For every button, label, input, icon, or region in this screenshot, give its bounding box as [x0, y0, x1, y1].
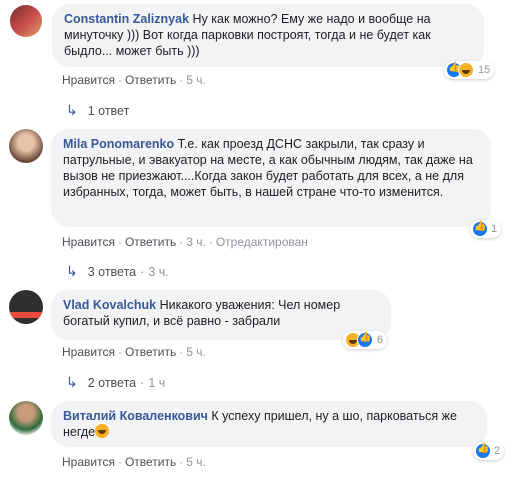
comment-actions: Нравится · Ответить · 5 ч. — [62, 455, 206, 469]
reaction-summary[interactable]: 15 — [444, 61, 495, 79]
avatar[interactable] — [9, 290, 43, 324]
reply-link[interactable]: Ответить — [125, 345, 176, 359]
view-replies[interactable]: ↳ 2 ответа · 1 ч — [66, 374, 165, 391]
replies-count[interactable]: 2 ответа — [88, 376, 136, 390]
comment-bubble: Constantin Zaliznyak Ну как можно? Ему ж… — [52, 4, 484, 67]
comment-time[interactable]: 3 ч. — [186, 235, 206, 249]
replies-count[interactable]: 3 ответа — [88, 265, 136, 279]
comment-time[interactable]: 5 ч. — [186, 73, 206, 87]
view-replies[interactable]: ↳ 1 ответ — [66, 102, 129, 119]
comment-bubble: Виталий Коваленкович К успеху пришел, ну… — [51, 401, 487, 447]
comment-actions: Нравится · Ответить · 5 ч. — [62, 73, 206, 87]
replies-count[interactable]: 1 ответ — [88, 104, 130, 118]
reply-link[interactable]: Ответить — [125, 235, 176, 249]
comment-author[interactable]: Vlad Kovalchuk — [63, 298, 156, 312]
like-reaction-icon — [357, 332, 373, 348]
comment: Vlad Kovalchuk Никакого уважения: Чел но… — [0, 285, 516, 395]
comment: Mila Ponomarenko Т.е. как проезд ДСНС за… — [0, 125, 516, 285]
reaction-summary[interactable]: 2 — [473, 442, 505, 460]
haha-reaction-icon — [458, 62, 474, 78]
reply-link[interactable]: Ответить — [125, 73, 176, 87]
like-link[interactable]: Нравится — [62, 235, 115, 249]
reaction-summary[interactable]: 6 — [343, 331, 388, 349]
edited-label[interactable]: Отредактирован — [216, 235, 308, 249]
reply-link[interactable]: Ответить — [125, 455, 176, 469]
comment-time[interactable]: 5 ч. — [186, 345, 206, 359]
comment-author[interactable]: Constantin Zaliznyak — [64, 12, 189, 26]
comment: Constantin Zaliznyak Ну как можно? Ему ж… — [0, 0, 516, 125]
comment-author[interactable]: Mila Ponomarenko — [63, 137, 174, 151]
comment: Виталий Коваленкович К успеху пришел, ну… — [0, 395, 516, 477]
reply-arrow-icon: ↳ — [66, 374, 78, 390]
view-replies[interactable]: ↳ 3 ответа · 3 ч. — [66, 263, 169, 280]
reply-arrow-icon: ↳ — [66, 102, 78, 118]
replies-time: 3 ч. — [148, 265, 169, 279]
reaction-count: 15 — [478, 64, 491, 76]
comment-time[interactable]: 5 ч. — [186, 455, 206, 469]
like-reaction-icon — [472, 221, 488, 237]
like-reaction-icon — [475, 443, 491, 459]
reaction-count: 6 — [377, 334, 384, 346]
reaction-count: 1 — [491, 223, 498, 235]
reply-arrow-icon: ↳ — [66, 263, 78, 279]
reaction-summary[interactable]: 1 — [470, 220, 502, 238]
comment-author[interactable]: Виталий Коваленкович — [63, 409, 208, 423]
like-link[interactable]: Нравится — [62, 73, 115, 87]
avatar[interactable] — [9, 129, 43, 163]
comment-actions: Нравится · Ответить · 5 ч. — [62, 345, 206, 359]
comment-actions: Нравится · Ответить · 3 ч. · Отредактирован — [62, 235, 308, 249]
like-link[interactable]: Нравится — [62, 345, 115, 359]
comment-bubble: Mila Ponomarenko Т.е. как проезд ДСНС за… — [51, 129, 491, 227]
replies-time: 1 ч — [148, 376, 166, 390]
like-link[interactable]: Нравится — [62, 455, 115, 469]
laughing-emoji-icon — [95, 424, 110, 438]
avatar[interactable] — [9, 401, 43, 435]
comment-bubble: Vlad Kovalchuk Никакого уважения: Чел но… — [51, 290, 391, 340]
avatar[interactable] — [10, 5, 42, 37]
reaction-count: 2 — [494, 445, 501, 457]
